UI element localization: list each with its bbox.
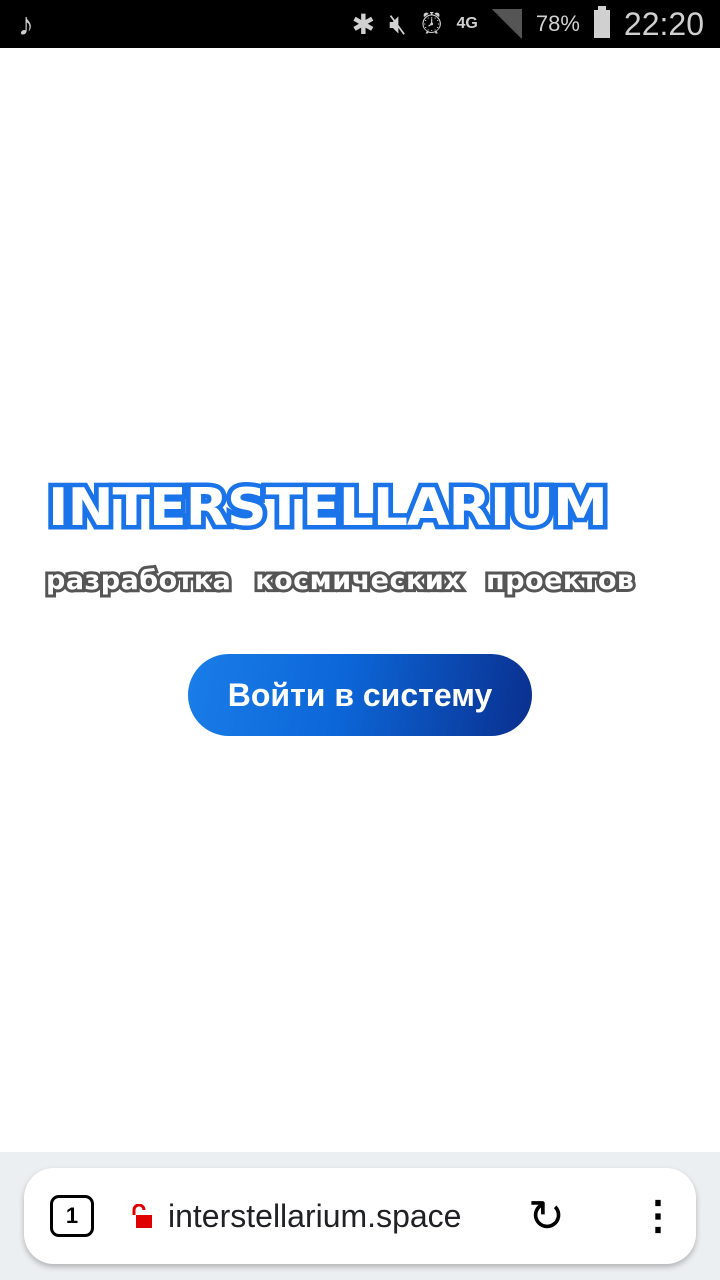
browser-address-bar: 1 interstellarium.space ↻ ⋮ [24, 1168, 696, 1264]
bluetooth-icon: ✱ [351, 8, 376, 40]
tab-switcher-button[interactable]: 1 [50, 1195, 94, 1237]
battery-percent: 78% [535, 11, 580, 36]
unlocked-icon [132, 1204, 152, 1228]
url-field[interactable]: interstellarium.space [168, 1198, 461, 1235]
logo-title: INTERSTELLARIUM [43, 474, 612, 543]
logo-tagline: разработка космических проектов [43, 562, 637, 599]
music-note-icon: ♪ [18, 6, 34, 42]
status-bar: ♪ ✱ 🔇︎ ⏰︎ 4G 78% 22:20 [0, 0, 720, 48]
network-type: 4G [456, 15, 478, 32]
reload-icon[interactable]: ↻ [528, 1191, 565, 1242]
more-menu-icon[interactable]: ⋮ [638, 1196, 678, 1236]
battery-icon [593, 6, 610, 38]
login-button[interactable]: Войти в систему [188, 654, 532, 736]
clock: 22:20 [623, 5, 704, 42]
signal-icon [491, 9, 522, 39]
mute-icon: 🔇︎ [389, 7, 407, 39]
alarm-icon: ⏰︎ [420, 7, 443, 39]
